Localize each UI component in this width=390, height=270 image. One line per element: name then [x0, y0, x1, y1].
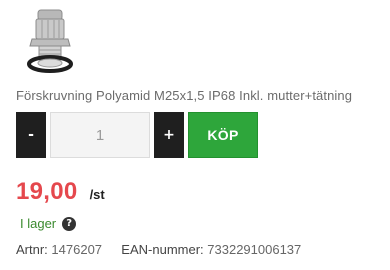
- stock-status: I lager ?: [20, 216, 77, 231]
- buy-button[interactable]: KÖP: [188, 112, 258, 158]
- quantity-input[interactable]: [50, 112, 150, 158]
- quantity-row: - + KÖP: [16, 112, 258, 158]
- cable-gland-icon: [27, 9, 73, 73]
- ean-value: 7332291006137: [207, 242, 302, 257]
- product-image[interactable]: [24, 8, 76, 74]
- decrease-quantity-button[interactable]: -: [16, 112, 46, 158]
- stock-status-text: I lager: [20, 216, 57, 231]
- ean-label: EAN-nummer:: [121, 242, 204, 257]
- help-icon[interactable]: ?: [62, 216, 77, 231]
- product-meta: Artnr: 1476207 EAN-nummer: 7332291006137: [16, 242, 301, 257]
- price-row: 19,00 /st: [16, 178, 105, 206]
- product-title: Förskruvning Polyamid M25x1,5 IP68 Inkl.…: [16, 88, 353, 103]
- price-value: 19,00: [16, 178, 78, 205]
- artnr-label: Artnr:: [16, 242, 48, 257]
- price-unit: /st: [89, 187, 105, 202]
- artnr-value: 1476207: [51, 242, 103, 257]
- increase-quantity-button[interactable]: +: [154, 112, 184, 158]
